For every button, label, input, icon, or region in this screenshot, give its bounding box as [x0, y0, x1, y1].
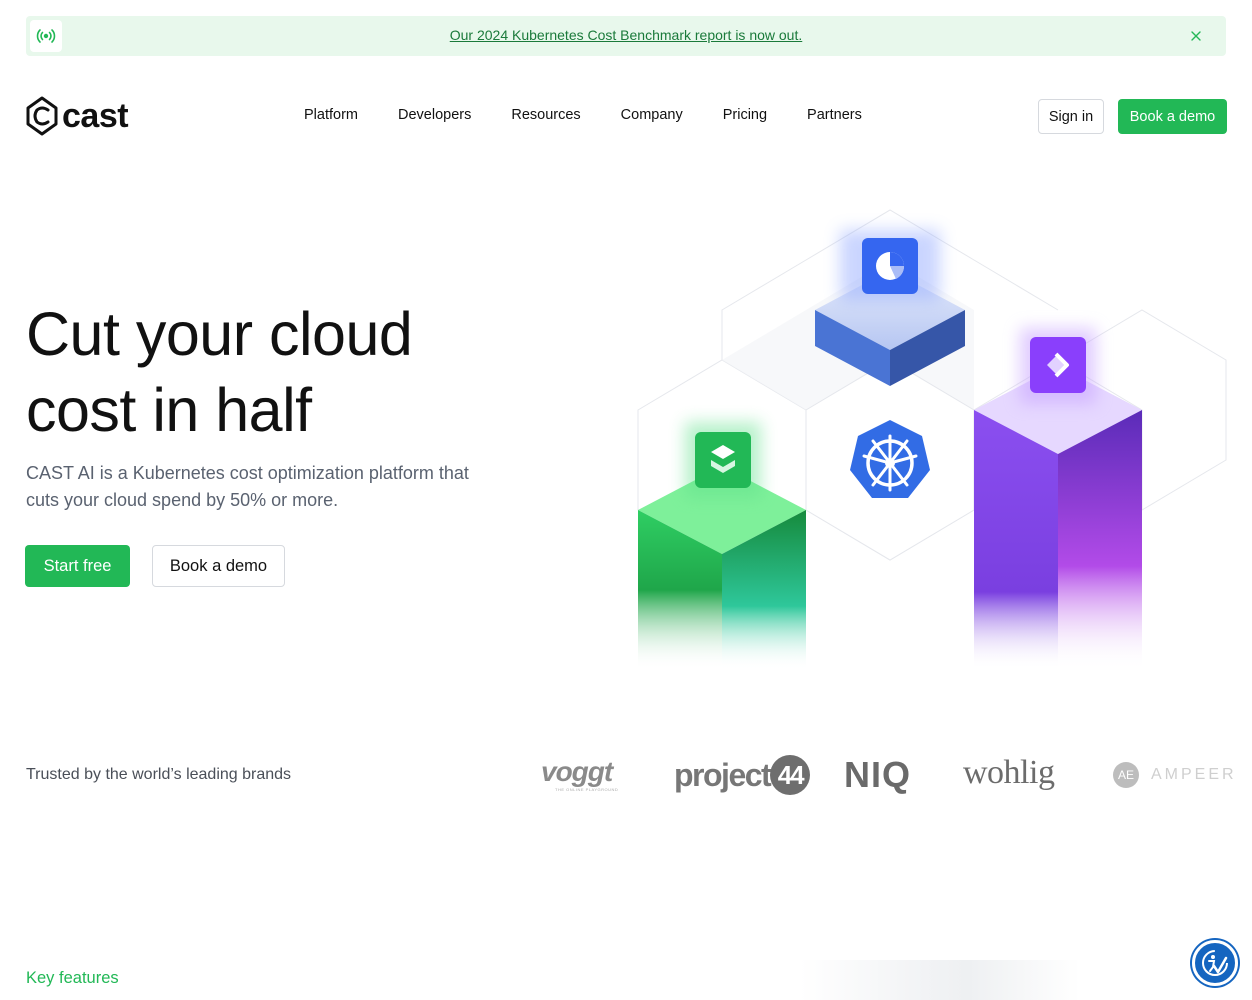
accessibility-icon	[1202, 950, 1228, 976]
hero-title: Cut your cloud cost in half	[26, 296, 506, 448]
book-demo-header-button[interactable]: Book a demo	[1118, 99, 1227, 134]
brand-project44-prefix: project	[674, 756, 772, 793]
book-demo-hero-button[interactable]: Book a demo	[152, 545, 285, 587]
hero-title-line1: Cut your cloud	[26, 300, 413, 368]
sign-in-button[interactable]: Sign in	[1038, 99, 1104, 134]
main-nav: Platform Developers Resources Company Pr…	[304, 107, 902, 123]
brand-ampeer-mark: AE	[1113, 762, 1139, 788]
hero-title-line2: cost in half	[26, 376, 312, 444]
nav-pricing[interactable]: Pricing	[723, 107, 767, 123]
logo-wordmark: cast	[62, 97, 129, 135]
brand-logo-niq: NIQ	[844, 754, 912, 795]
layers-tile-icon	[695, 432, 751, 488]
hero-subtitle: CAST AI is a Kubernetes cost optimizatio…	[26, 463, 469, 510]
nav-developers[interactable]: Developers	[398, 107, 471, 123]
key-features-label: Key features	[26, 969, 119, 987]
close-icon[interactable]	[1188, 28, 1204, 44]
brand-logo-ampeer: AMPEER	[1151, 766, 1237, 783]
announcement-banner: Our 2024 Kubernetes Cost Benchmark repor…	[26, 16, 1226, 56]
brand-project44-number: 44	[770, 755, 811, 795]
benchmark-report-link[interactable]: Our 2024 Kubernetes Cost Benchmark repor…	[26, 27, 1226, 43]
start-free-button[interactable]: Start free	[25, 545, 130, 587]
hero-illustration	[637, 209, 1227, 670]
cast-logo-icon	[26, 96, 58, 136]
brand-logo-wohlig: wohlig	[963, 754, 1055, 791]
brand-logo-project44: project 44	[674, 755, 811, 795]
trusted-by-label: Trusted by the world’s leading brands	[26, 766, 292, 783]
cast-logo[interactable]: cast	[26, 96, 129, 136]
nav-resources[interactable]: Resources	[511, 107, 580, 123]
nav-company[interactable]: Company	[621, 107, 683, 123]
brand-voggt-tagline: THE ONLINE PLAYGROUND	[555, 787, 619, 792]
brand-logo-voggt: voggt	[541, 756, 613, 787]
nav-partners[interactable]: Partners	[807, 107, 862, 123]
accessibility-button[interactable]	[1192, 940, 1238, 986]
feature-preview-fade	[800, 960, 1080, 1000]
nav-platform[interactable]: Platform	[304, 107, 358, 123]
